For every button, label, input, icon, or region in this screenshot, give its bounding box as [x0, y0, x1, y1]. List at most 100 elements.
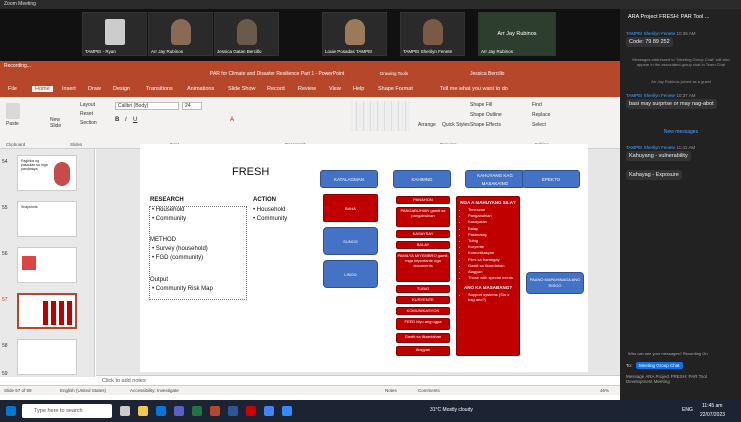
tab-view[interactable]: View — [329, 86, 341, 92]
video-tile[interactable]: TAMPEI - Ryan — [82, 12, 147, 56]
select-button[interactable]: Select — [532, 122, 546, 128]
tab-slide-show[interactable]: Slide Show — [228, 86, 256, 92]
windows-start-icon[interactable] — [6, 406, 16, 416]
tab-review[interactable]: Review — [298, 86, 316, 92]
paste-icon[interactable] — [6, 103, 20, 119]
slide-thumbnail[interactable]: Pagkilos ng pasaulan sa mga pandaraya — [17, 155, 77, 191]
tell-me-box[interactable]: Tell me what you want to do — [440, 86, 508, 92]
element-box[interactable]: BALAY — [396, 241, 450, 249]
tab-home[interactable]: Home — [32, 86, 53, 92]
vulnerability-title: NGA A MAHUYANG SILA? — [460, 200, 516, 205]
language-status[interactable]: English (United States) — [60, 386, 106, 396]
slide-counter: Slide 57 of 59 — [4, 388, 32, 393]
hazard-box[interactable]: SUNOG — [323, 227, 378, 255]
header-epekto[interactable]: EPEKTO — [522, 170, 580, 188]
find-button[interactable]: Find — [532, 102, 542, 108]
vulnerability-box[interactable]: NGA A MAHUYANG SILA? TimesconPangabuhian… — [456, 196, 520, 356]
video-tile[interactable]: TAMPEI Sherilyn Fenete — [400, 12, 465, 56]
underline-button[interactable]: U — [133, 117, 137, 123]
header-katalagman[interactable]: KATALAGMAN — [320, 170, 378, 188]
shapes-gallery[interactable] — [350, 101, 410, 131]
participant-name: Jessica Gatan Bercillo — [217, 49, 262, 54]
hazard-box[interactable]: BAHA — [323, 194, 378, 222]
slide-title[interactable]: FRESH — [232, 166, 269, 178]
tab-file[interactable]: File — [8, 86, 17, 92]
who-can-see[interactable]: Who can see your messages? Recording On — [628, 351, 708, 356]
tab-shape-format[interactable]: Shape Format — [378, 86, 413, 92]
element-box[interactable]: PANGABUHIAN gamit sa pangabuhian — [396, 207, 450, 227]
tab-help[interactable]: Help — [353, 86, 364, 92]
notes-button[interactable]: Notes — [385, 386, 397, 396]
slide-thumbnail-selected[interactable] — [17, 293, 77, 329]
taskbar-search[interactable]: Type here to search — [22, 404, 112, 418]
document-title: PAR for Climate and Disaster Resilience … — [210, 71, 345, 77]
system-notice: Arr Jay Rubinos joined as a guest — [651, 79, 711, 84]
font-color-button[interactable]: A — [230, 117, 234, 123]
element-box[interactable]: PANAHON — [396, 196, 450, 204]
shape-effects-button[interactable]: Shape Effects — [470, 122, 501, 128]
new-slide-button[interactable]: New Slide — [50, 117, 70, 129]
tab-draw[interactable]: Draw — [88, 86, 101, 92]
shape-outline-button[interactable]: Shape Outline — [470, 112, 502, 118]
tab-record[interactable]: Record — [267, 86, 285, 92]
weather[interactable]: 31°C Mostly cloudy — [430, 407, 473, 413]
excel-icon[interactable] — [192, 406, 202, 416]
tab-insert[interactable]: Insert — [62, 86, 76, 92]
notes-pane[interactable]: Click to add notes — [96, 375, 620, 385]
bold-button[interactable]: B — [115, 117, 119, 123]
hazard-box[interactable]: LINOG — [323, 260, 378, 288]
replace-button[interactable]: Replace — [532, 112, 550, 118]
zoom-icon[interactable] — [282, 406, 292, 416]
word-icon[interactable] — [228, 406, 238, 416]
comments-button[interactable]: Comments — [418, 386, 440, 396]
arrange-button[interactable]: Arrange — [418, 122, 436, 128]
clock-date[interactable]: 22/07/2023 — [700, 412, 725, 418]
element-box[interactable]: PAMILYA MIYEMBRO gamit, mga importante n… — [396, 252, 450, 282]
acrobat-icon[interactable] — [246, 406, 256, 416]
powerpoint-icon[interactable] — [210, 406, 220, 416]
chat-input[interactable]: Message ARA Project FRESH: PAR Tool Deve… — [626, 374, 734, 384]
tab-transitions[interactable]: Transitions — [146, 86, 173, 92]
risk-box[interactable]: PAANO MAPAHINAGA ANG RISGO — [526, 272, 584, 294]
element-box[interactable]: TUBIG — [396, 285, 450, 293]
edge-icon[interactable] — [156, 406, 166, 416]
teams-icon[interactable] — [174, 406, 184, 416]
font-select[interactable]: Calibri (Body) — [115, 102, 179, 110]
element-box[interactable]: KOMUNIKASYON — [396, 307, 450, 315]
slide-thumbnail[interactable]: Snapshots — [17, 201, 77, 237]
participant-name: Louie Posadas TAMPEI — [325, 49, 373, 54]
paste-button[interactable]: Paste — [6, 121, 19, 127]
italic-button[interactable]: I — [125, 117, 127, 123]
layout-button[interactable]: Layout — [80, 102, 95, 108]
participant-name: Arr Jay Rubinos — [481, 49, 514, 54]
header-kahimng[interactable]: KAHIMNG — [393, 170, 451, 188]
video-tile[interactable]: Louie Posadas TAMPEI — [322, 12, 387, 56]
chrome-icon[interactable] — [264, 406, 274, 416]
video-tile[interactable]: Arr Jay Rubinos — [148, 12, 213, 56]
accessibility-status[interactable]: Accessibility: Investigate — [130, 386, 179, 396]
slide-thumbnail[interactable] — [17, 339, 77, 375]
element-box[interactable]: KURYENTE — [396, 296, 450, 304]
task-view-icon[interactable] — [120, 406, 130, 416]
element-box[interactable]: FEED biyo ang ugpa — [396, 318, 450, 330]
section-button[interactable]: Section — [80, 120, 97, 126]
video-tile[interactable]: Arr Jay Rubinos Arr Jay Rubinos — [478, 12, 556, 56]
element-box[interactable]: Gastit sa tikaedahan — [396, 333, 450, 343]
tab-design[interactable]: Design — [113, 86, 130, 92]
slide-thumbnail[interactable] — [17, 247, 77, 283]
quick-styles-button[interactable]: Quick Styles — [442, 122, 470, 128]
recipient-select[interactable]: Meeting Group Chat — [636, 362, 683, 369]
clock-time[interactable]: 11:45 am — [702, 403, 722, 409]
header-kahuyang[interactable]: KAHUYANG KAG MASAKAING — [465, 170, 525, 188]
language-indicator[interactable]: ENG — [682, 407, 693, 413]
shape-fill-button[interactable]: Shape Fill — [470, 102, 492, 108]
file-explorer-icon[interactable] — [138, 406, 148, 416]
element-box[interactable]: KASAYSAY — [396, 230, 450, 238]
element-box[interactable]: Alagyan — [396, 346, 450, 356]
font-size-select[interactable]: 24 — [182, 102, 202, 110]
tab-animations[interactable]: Animations — [187, 86, 214, 92]
system-notice: Messages addressed to "Meeting Group Cha… — [632, 57, 730, 67]
reset-button[interactable]: Reset — [80, 111, 93, 117]
zoom-level[interactable]: 46% — [600, 386, 609, 396]
video-tile[interactable]: Jessica Gatan Bercillo — [214, 12, 279, 56]
